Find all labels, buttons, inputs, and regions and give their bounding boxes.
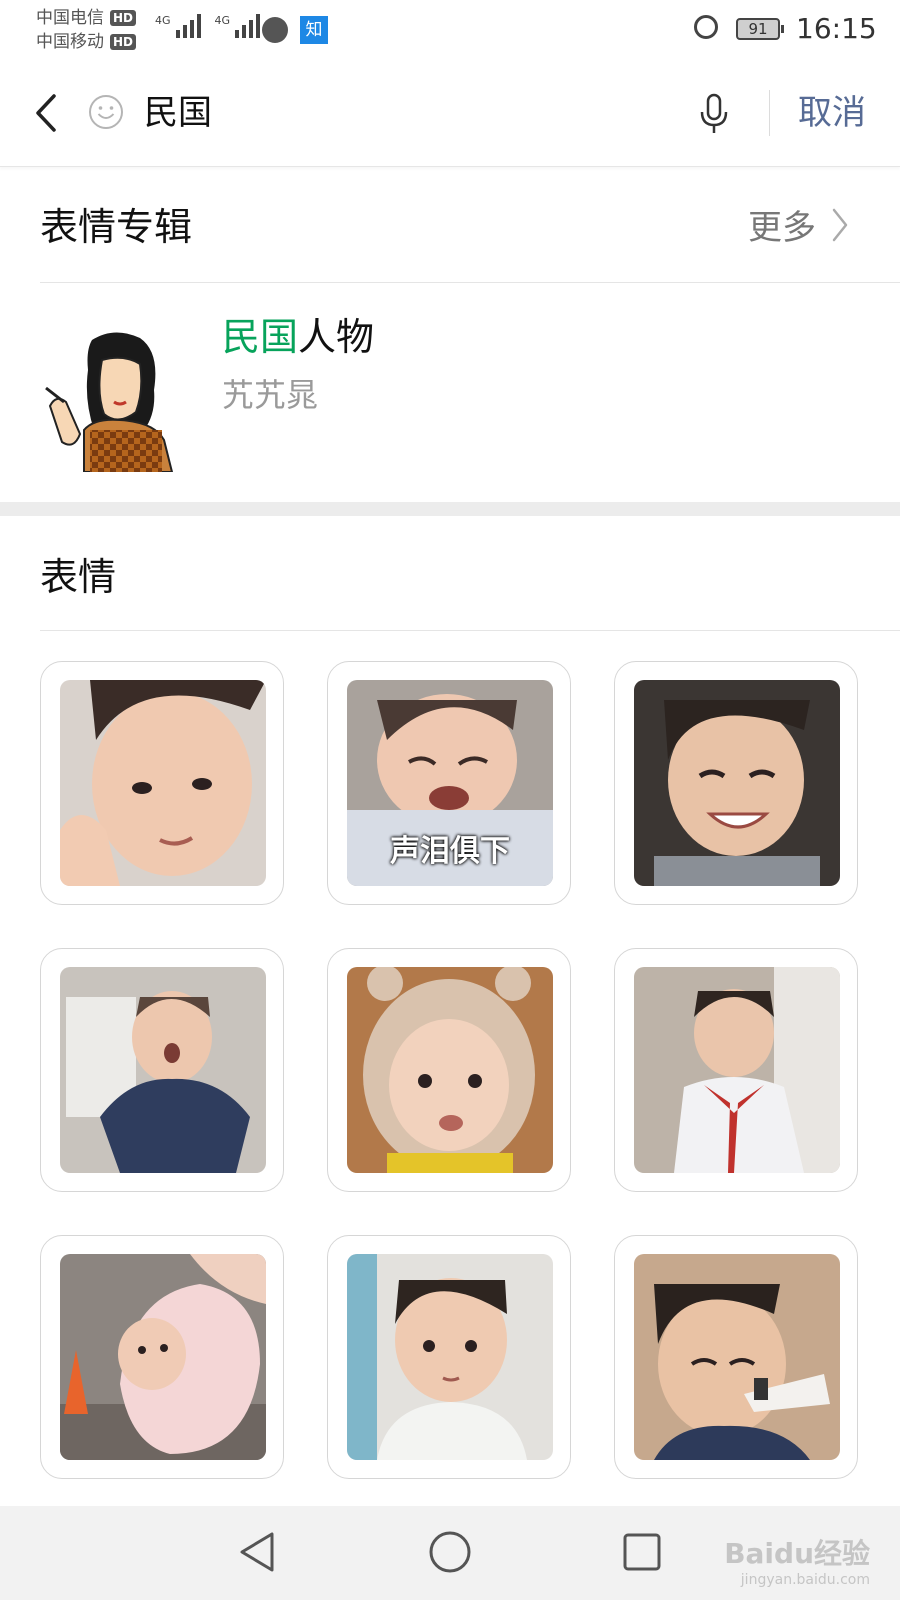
sticker-item[interactable] xyxy=(327,1235,571,1479)
album-thumbnail xyxy=(45,332,174,472)
search-divider xyxy=(769,90,770,136)
signal-indicators: 4G 4G xyxy=(155,14,261,38)
sticker-item[interactable] xyxy=(614,661,858,905)
divider xyxy=(40,282,900,283)
more-button[interactable]: 更多 xyxy=(748,200,850,249)
sticker-section-title: 表情 xyxy=(40,555,117,599)
album-author: 艽艽晁 xyxy=(222,376,319,414)
microphone-icon[interactable] xyxy=(697,92,731,136)
watermark-url: jingyan.baidu.com xyxy=(740,1572,870,1588)
sticker-item[interactable] xyxy=(40,948,284,1192)
search-input[interactable]: 民国 xyxy=(144,90,212,136)
sticker-image xyxy=(347,1254,553,1460)
clock: 16:15 xyxy=(796,12,877,45)
signal-2-icon: 4G xyxy=(215,14,261,38)
battery-icon: 91 xyxy=(736,18,784,40)
chevron-right-icon xyxy=(832,208,848,241)
smiley-icon[interactable] xyxy=(88,94,124,130)
nav-recents-icon[interactable] xyxy=(616,1526,668,1578)
carrier-2-label: 中国移动 xyxy=(36,32,104,52)
nav-back-icon[interactable] xyxy=(232,1526,284,1578)
search-bar: 民国 取消 xyxy=(0,64,900,167)
nav-home-icon[interactable] xyxy=(424,1526,476,1578)
shield-icon xyxy=(262,17,288,43)
sticker-image xyxy=(60,1254,266,1460)
sticker-item[interactable] xyxy=(40,661,284,905)
sticker-image xyxy=(634,680,840,886)
status-bar: 中国电信 HD 中国移动 HD 4G 4G 知 91 16:15 xyxy=(0,0,900,64)
album-title-rest: 人物 xyxy=(298,315,375,359)
sticker-image xyxy=(60,967,266,1173)
sticker-image: 声泪俱下 xyxy=(347,680,553,886)
section-separator xyxy=(0,502,900,516)
alarm-icon xyxy=(694,15,718,39)
carrier-info: 中国电信 HD 中国移动 HD xyxy=(36,6,137,54)
album-title-highlight: 民国 xyxy=(222,315,299,359)
system-nav-bar: Baidu经验 jingyan.baidu.com xyxy=(0,1506,900,1600)
carrier-1-label: 中国电信 xyxy=(36,8,104,28)
sticker-caption: 声泪俱下 xyxy=(390,834,510,869)
watermark: Baidu经验 jingyan.baidu.com xyxy=(724,1532,870,1588)
divider xyxy=(40,630,900,631)
sticker-image xyxy=(347,967,553,1173)
zhihu-notification-icon: 知 xyxy=(300,16,328,44)
hd-badge-1: HD xyxy=(110,10,137,26)
sticker-image xyxy=(634,1254,840,1460)
more-label: 更多 xyxy=(748,208,816,248)
hd-badge-2: HD xyxy=(110,34,137,50)
album-title: 民国人物 xyxy=(222,306,374,361)
watermark-brand: Baidu经验 xyxy=(724,1537,870,1570)
back-arrow-icon[interactable] xyxy=(30,90,70,136)
sticker-image xyxy=(60,680,266,886)
sticker-item[interactable] xyxy=(614,1235,858,1479)
sticker-item[interactable]: 声泪俱下 xyxy=(327,661,571,905)
sticker-image xyxy=(634,967,840,1173)
signal-1-icon: 4G xyxy=(155,14,201,38)
album-section-title: 表情专辑 xyxy=(40,205,193,249)
sticker-item[interactable] xyxy=(40,1235,284,1479)
sticker-item[interactable] xyxy=(614,948,858,1192)
sticker-item[interactable] xyxy=(327,948,571,1192)
cancel-button[interactable]: 取消 xyxy=(798,90,866,136)
